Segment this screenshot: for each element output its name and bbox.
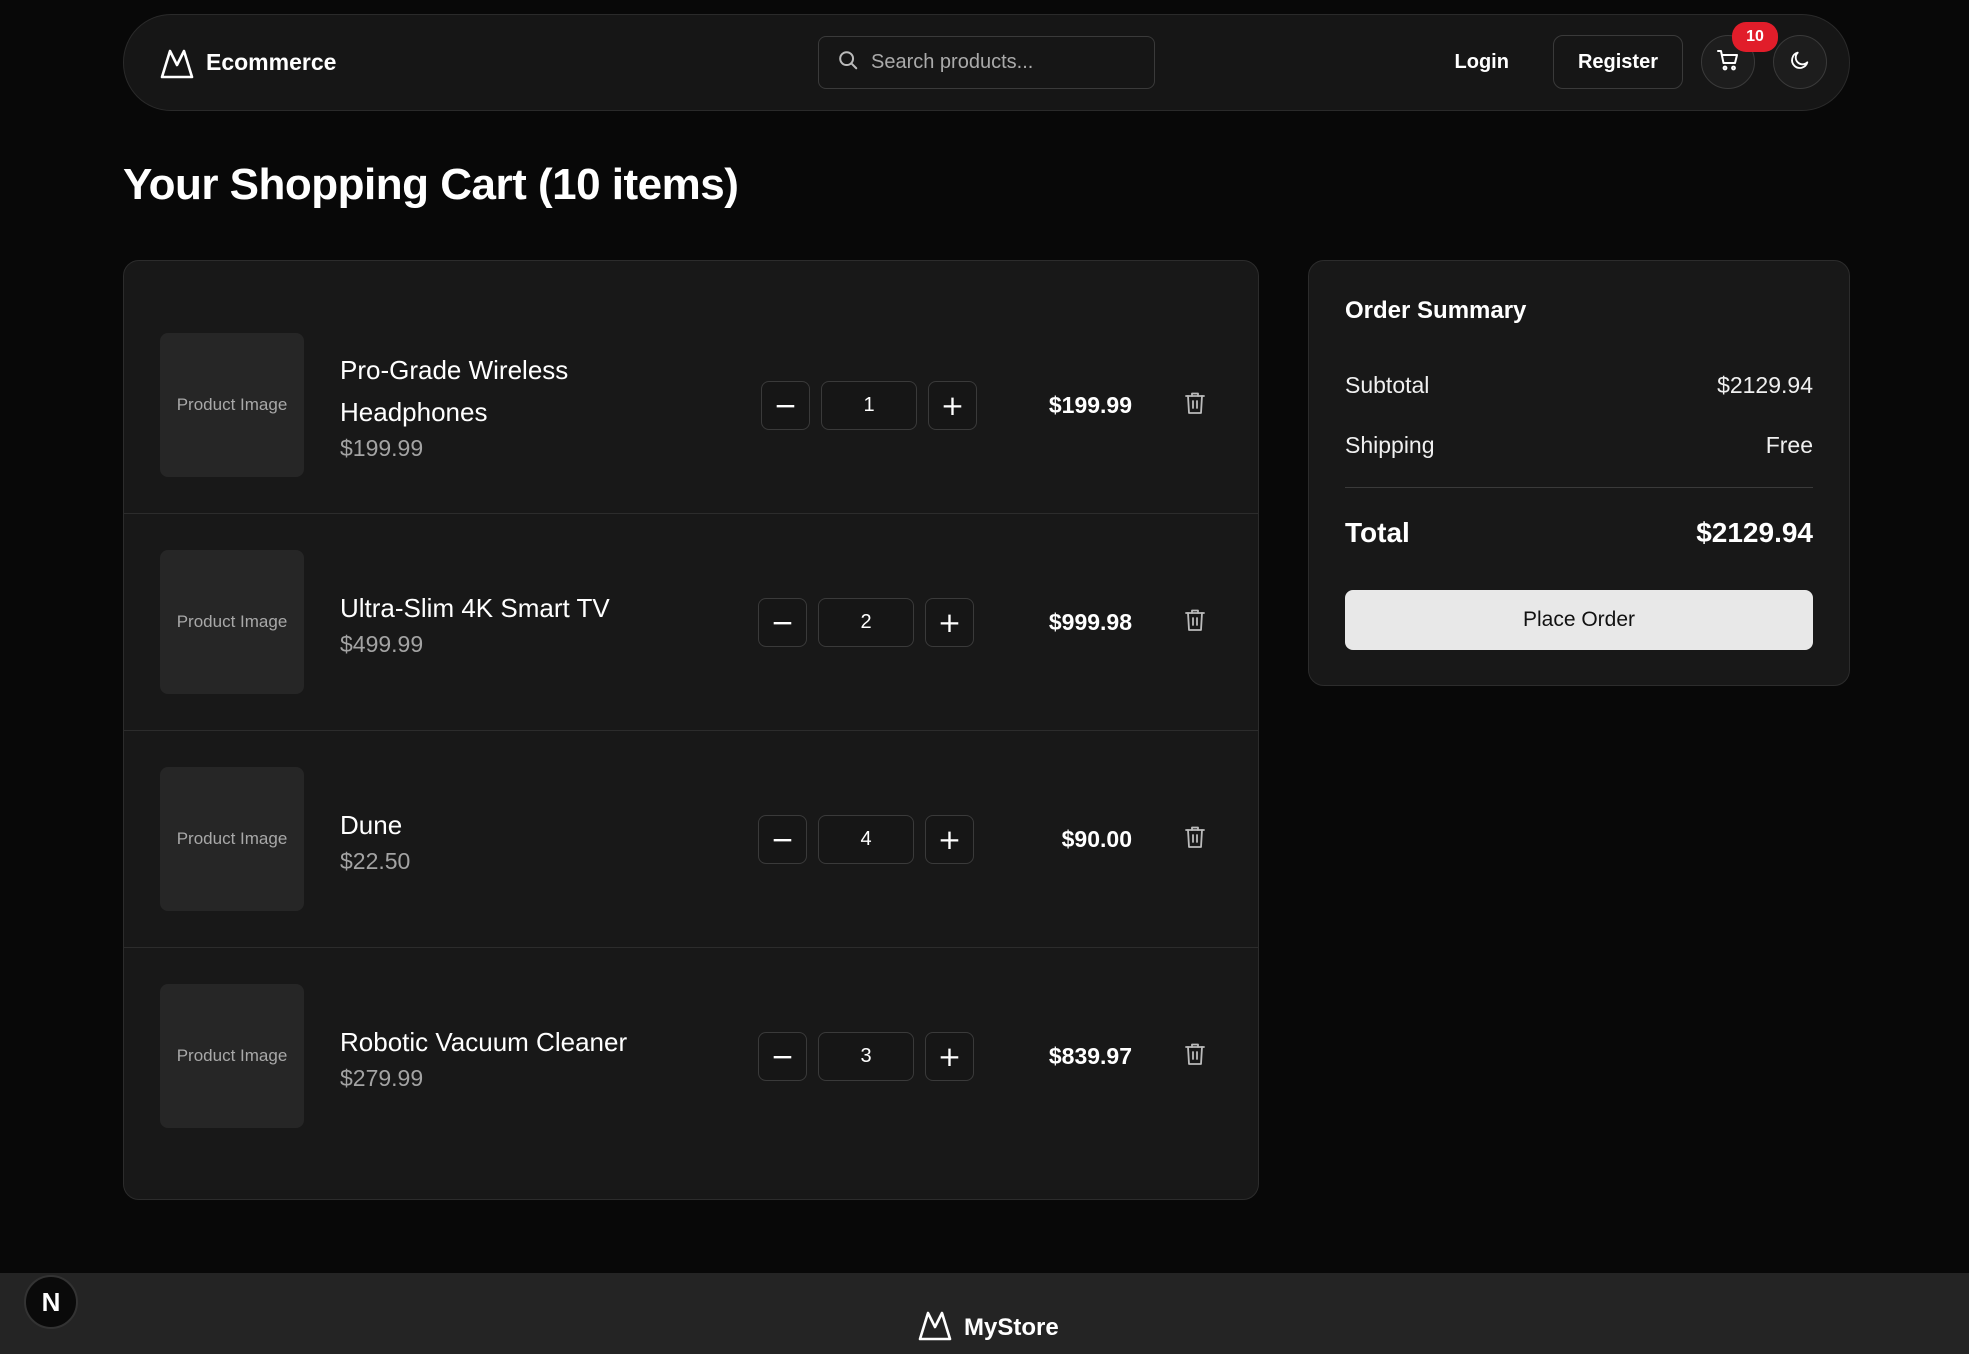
product-name[interactable]: Ultra-Slim 4K Smart TV bbox=[340, 587, 650, 629]
product-image-placeholder: Product Image bbox=[160, 550, 304, 694]
trash-icon bbox=[1184, 825, 1206, 854]
cart-item: Product Image Robotic Vacuum Cleaner $27… bbox=[124, 948, 1258, 1165]
cart-button[interactable]: 10 bbox=[1701, 22, 1778, 89]
cart-item: Product Image Ultra-Slim 4K Smart TV $49… bbox=[124, 514, 1258, 731]
quantity-stepper: − + bbox=[758, 514, 974, 731]
decrease-quantity-button[interactable]: − bbox=[758, 815, 807, 864]
shopping-cart-icon bbox=[1716, 48, 1740, 77]
moon-icon bbox=[1789, 49, 1811, 76]
product-unit-price: $279.99 bbox=[340, 1065, 424, 1091]
line-total: $90.00 bbox=[1061, 826, 1132, 852]
product-image-placeholder: Product Image bbox=[160, 984, 304, 1128]
trash-icon bbox=[1184, 608, 1206, 637]
product-unit-price: $499.99 bbox=[340, 631, 424, 657]
increase-quantity-button[interactable]: + bbox=[925, 815, 974, 864]
product-info: Robotic Vacuum Cleaner $279.99 bbox=[340, 948, 650, 1165]
footer-brand-name: MyStore bbox=[964, 1313, 1059, 1341]
product-name[interactable]: Pro-Grade Wireless Headphones bbox=[340, 349, 650, 433]
summary-divider bbox=[1345, 487, 1813, 488]
page-title: Your Shopping Cart (10 items) bbox=[123, 160, 739, 209]
mountain-logo-icon bbox=[918, 1309, 952, 1346]
increase-quantity-button[interactable]: + bbox=[925, 598, 974, 647]
quantity-stepper: − + bbox=[758, 948, 974, 1165]
product-info: Ultra-Slim 4K Smart TV $499.99 bbox=[340, 514, 650, 731]
dev-tools-badge[interactable]: N bbox=[24, 1275, 78, 1329]
brand-link[interactable]: Ecommerce bbox=[160, 47, 336, 79]
decrease-quantity-button[interactable]: − bbox=[758, 598, 807, 647]
top-navbar: Ecommerce Login Register 10 bbox=[123, 14, 1850, 111]
nav-actions: Login Register 10 bbox=[1429, 22, 1827, 89]
subtotal-value: $2129.94 bbox=[1717, 371, 1813, 398]
product-info: Pro-Grade Wireless Headphones $199.99 bbox=[340, 297, 650, 514]
mountain-logo-icon bbox=[160, 47, 194, 79]
line-total: $999.98 bbox=[1048, 609, 1132, 635]
shipping-value: Free bbox=[1765, 431, 1813, 458]
increase-quantity-button[interactable]: + bbox=[928, 381, 977, 430]
remove-item-button[interactable] bbox=[1184, 297, 1206, 514]
quantity-stepper: − + bbox=[758, 731, 974, 948]
decrease-quantity-button[interactable]: − bbox=[758, 1032, 807, 1081]
remove-item-button[interactable] bbox=[1184, 731, 1206, 948]
quantity-stepper: − + bbox=[761, 297, 977, 514]
product-unit-price: $199.99 bbox=[340, 435, 424, 461]
search-box[interactable] bbox=[818, 36, 1155, 89]
quantity-input[interactable] bbox=[818, 1032, 914, 1081]
remove-item-button[interactable] bbox=[1184, 514, 1206, 731]
increase-quantity-button[interactable]: + bbox=[925, 1032, 974, 1081]
product-info: Dune $22.50 bbox=[340, 731, 650, 948]
remove-item-button[interactable] bbox=[1184, 948, 1206, 1165]
quantity-input[interactable] bbox=[818, 598, 914, 647]
product-unit-price: $22.50 bbox=[340, 848, 411, 874]
line-total: $199.99 bbox=[1048, 392, 1132, 418]
subtotal-row: Subtotal $2129.94 bbox=[1345, 355, 1813, 415]
product-image-placeholder: Product Image bbox=[160, 333, 304, 477]
search-icon bbox=[837, 49, 859, 76]
footer: MyStore bbox=[0, 1273, 1969, 1354]
login-button[interactable]: Login bbox=[1429, 36, 1535, 89]
register-button[interactable]: Register bbox=[1552, 35, 1683, 89]
cart-items-panel: Product Image Pro-Grade Wireless Headpho… bbox=[123, 260, 1259, 1200]
product-name[interactable]: Dune bbox=[340, 804, 650, 846]
total-value: $2129.94 bbox=[1696, 517, 1813, 548]
cart-count-badge: 10 bbox=[1732, 22, 1778, 52]
footer-brand[interactable]: MyStore bbox=[918, 1309, 1059, 1346]
shipping-label: Shipping bbox=[1345, 431, 1435, 458]
order-summary-title: Order Summary bbox=[1345, 297, 1527, 324]
cart-item: Product Image Dune $22.50 − + $90.00 bbox=[124, 731, 1258, 948]
trash-icon bbox=[1184, 391, 1206, 420]
order-summary-card: Order Summary Subtotal $2129.94 Shipping… bbox=[1308, 260, 1850, 686]
theme-toggle-button[interactable] bbox=[1773, 35, 1827, 89]
subtotal-label: Subtotal bbox=[1345, 371, 1430, 398]
cart-item: Product Image Pro-Grade Wireless Headpho… bbox=[124, 297, 1258, 514]
search-input[interactable] bbox=[871, 51, 1131, 74]
page: Ecommerce Login Register 10 bbox=[0, 0, 1969, 1354]
place-order-button[interactable]: Place Order bbox=[1345, 590, 1813, 650]
quantity-input[interactable] bbox=[818, 815, 914, 864]
decrease-quantity-button[interactable]: − bbox=[761, 381, 810, 430]
total-row: Total $2129.94 bbox=[1345, 508, 1813, 558]
product-name[interactable]: Robotic Vacuum Cleaner bbox=[340, 1021, 650, 1063]
brand-name: Ecommerce bbox=[206, 49, 337, 75]
line-total: $839.97 bbox=[1048, 1043, 1132, 1069]
total-label: Total bbox=[1345, 517, 1410, 548]
product-image-placeholder: Product Image bbox=[160, 767, 304, 911]
quantity-input[interactable] bbox=[821, 381, 917, 430]
trash-icon bbox=[1184, 1042, 1206, 1071]
shipping-row: Shipping Free bbox=[1345, 415, 1813, 475]
